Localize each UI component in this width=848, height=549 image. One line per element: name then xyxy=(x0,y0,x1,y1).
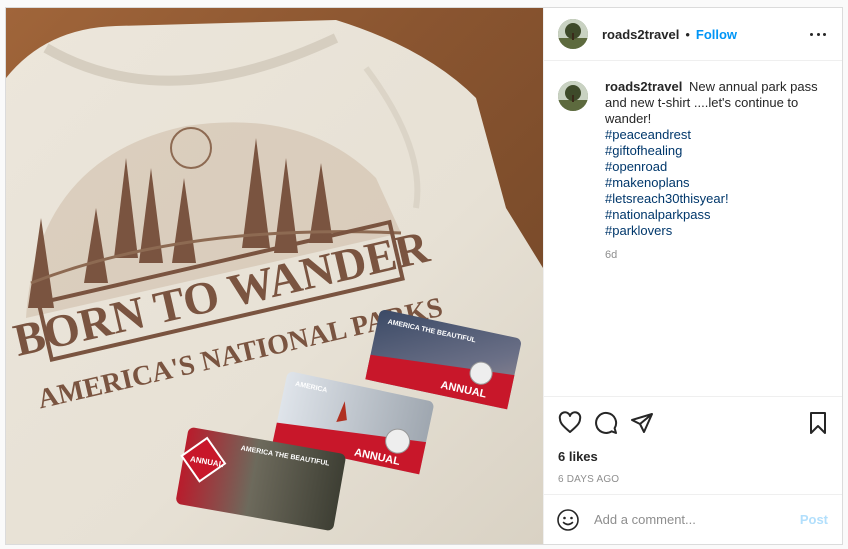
hashtag-link[interactable]: #letsreach30thisyear! xyxy=(605,191,828,207)
hashtag-link[interactable]: #giftofhealing xyxy=(605,143,828,159)
likes-count[interactable]: 6 likes xyxy=(558,449,828,464)
caption-avatar[interactable] xyxy=(558,81,588,111)
hashtag-link[interactable]: #openroad xyxy=(605,159,828,175)
emoji-icon[interactable] xyxy=(556,508,580,532)
post-time-ago[interactable]: 6 DAYS AGO xyxy=(558,474,828,485)
comment-input[interactable] xyxy=(594,512,800,527)
tshirt-photo-illustration: BORN TO WANDER AMERICA'S NATIONAL PARKS … xyxy=(6,20,543,544)
avatar-image xyxy=(558,19,588,49)
post-header: roads2travel • Follow xyxy=(544,8,842,61)
separator-dot: • xyxy=(685,26,690,42)
more-options-icon[interactable] xyxy=(810,26,826,42)
bookmark-icon[interactable] xyxy=(806,411,830,435)
add-comment-bar: Post xyxy=(544,494,842,544)
post-actions: 6 likes 6 DAYS AGO xyxy=(544,396,842,494)
caption-timestamp[interactable]: 6d xyxy=(605,247,828,263)
hashtag-link[interactable]: #makenoplans xyxy=(605,175,828,191)
caption-username[interactable]: roads2travel xyxy=(605,79,682,94)
post-comment-button[interactable]: Post xyxy=(800,512,828,527)
caption: roads2travel New annual park pass and ne… xyxy=(558,79,828,263)
comment-icon[interactable] xyxy=(594,411,618,435)
heart-icon[interactable] xyxy=(558,411,582,435)
caption-body: roads2travel New annual park pass and ne… xyxy=(605,79,828,263)
hashtag-link[interactable]: #peaceandrest xyxy=(605,127,828,143)
avatar-image xyxy=(558,81,588,111)
share-icon[interactable] xyxy=(630,411,654,435)
instagram-post: BORN TO WANDER AMERICA'S NATIONAL PARKS … xyxy=(5,7,843,545)
follow-button[interactable]: Follow xyxy=(696,27,737,42)
post-photo[interactable]: BORN TO WANDER AMERICA'S NATIONAL PARKS … xyxy=(6,8,543,544)
avatar[interactable] xyxy=(558,19,588,49)
action-icon-row xyxy=(558,403,828,443)
header-username[interactable]: roads2travel xyxy=(602,27,679,42)
comments-area: roads2travel New annual park pass and ne… xyxy=(544,61,842,396)
hashtag-link[interactable]: #nationalparkpass xyxy=(605,207,828,223)
hashtag-link[interactable]: #parklovers xyxy=(605,223,828,239)
post-side-panel: roads2travel • Follow roads2travel New a… xyxy=(543,8,842,544)
